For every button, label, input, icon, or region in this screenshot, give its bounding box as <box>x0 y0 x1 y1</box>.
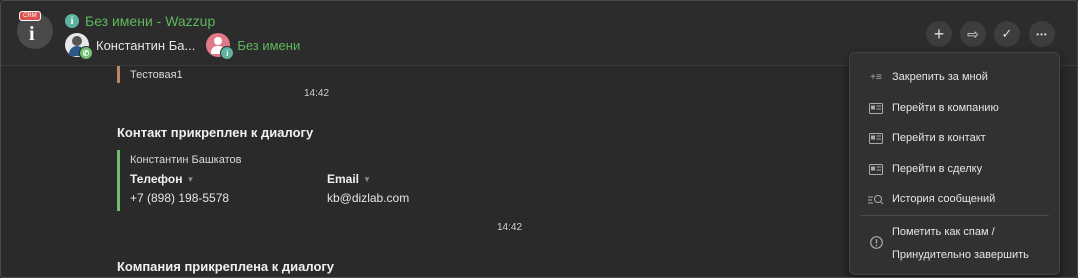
info-icon: i <box>65 14 79 28</box>
more-button[interactable]: ••• <box>1029 21 1055 47</box>
menu-item-label: Принудительно завершить <box>892 249 1029 261</box>
menu-item-label: Пометить как спам / <box>892 226 995 238</box>
menu-item-go-to-contact[interactable]: Перейти в контакт <box>850 123 1059 153</box>
menu-item-label: Закрепить за мной <box>892 71 988 83</box>
caret-down-icon: ▼ <box>363 175 371 185</box>
email-value[interactable]: kb@dizlab.com <box>327 191 409 205</box>
chat-window: CRM i i Без имени - Wazzup ✆ Константин … <box>0 0 1078 278</box>
info-badge-icon: i <box>220 46 235 60</box>
company-card-icon <box>868 102 884 114</box>
menu-item-go-to-company[interactable]: Перейти в компанию <box>850 93 1059 123</box>
menu-item-label: Перейти в сделку <box>892 163 983 175</box>
history-search-icon <box>868 193 884 205</box>
pin-list-icon: +≡ <box>870 71 882 83</box>
chat-title-row: i Без имени - Wazzup <box>65 13 215 29</box>
second-contact-name-link[interactable]: Без имени <box>237 38 300 53</box>
menu-item-mark-spam[interactable]: Пометить как спам / Принудительно заверш… <box>850 221 1059 267</box>
company-attached-heading: Компания прикреплена к диалогу <box>117 259 335 274</box>
plus-icon: + <box>933 23 945 44</box>
crm-app-logo: CRM i <box>17 11 53 49</box>
contact-card-bar <box>117 150 120 211</box>
forward-button[interactable]: ⇨ <box>960 21 986 47</box>
email-label-text: Email <box>327 172 360 186</box>
menu-item-label: Перейти в контакт <box>892 132 986 144</box>
phone-value[interactable]: +7 (898) 198-5578 <box>130 191 229 205</box>
contact-card-name[interactable]: Константин Башкатов <box>130 154 242 166</box>
add-button[interactable]: + <box>926 21 952 47</box>
quote-bar <box>117 66 120 83</box>
more-actions-menu: +≡ Закрепить за мной Перейти в компанию … <box>849 52 1060 275</box>
forward-arrow-icon: ⇨ <box>967 25 979 42</box>
contact-attached-heading: Контакт прикреплен к диалогу <box>117 125 314 140</box>
menu-item-go-to-deal[interactable]: Перейти в сделку <box>850 154 1059 184</box>
message-time: 14:42 <box>497 222 523 233</box>
deal-card-icon <box>868 163 884 175</box>
more-dots-icon: ••• <box>1036 29 1048 39</box>
crm-badge: CRM <box>19 11 41 21</box>
menu-divider <box>860 215 1049 216</box>
menu-item-label: Перейти в компанию <box>892 102 999 114</box>
info-letter-icon: i <box>29 23 35 45</box>
menu-item-message-history[interactable]: История сообщений <box>850 184 1059 214</box>
check-circle-icon: ✓ <box>1001 26 1013 41</box>
contact-card-icon <box>868 132 884 144</box>
contact-avatar[interactable]: ✆ <box>65 33 93 60</box>
contact-name-link[interactable]: Константин Ба... <box>96 38 195 53</box>
phone-label[interactable]: Телефон ▼ <box>130 172 194 186</box>
message-time: 14:42 <box>304 88 330 99</box>
chat-participants: ✆ Константин Ба... i Без имени <box>65 32 300 60</box>
quoted-message-text: Тестовая1 <box>130 69 183 81</box>
complete-button[interactable]: ✓ <box>994 21 1020 47</box>
second-contact-avatar[interactable]: i <box>206 33 235 60</box>
alert-circle-icon <box>868 235 884 249</box>
phone-label-text: Телефон <box>130 172 183 186</box>
menu-item-label: История сообщений <box>892 193 996 205</box>
whatsapp-badge-icon: ✆ <box>79 46 93 60</box>
email-label[interactable]: Email ▼ <box>327 172 371 186</box>
chat-title[interactable]: Без имени - Wazzup <box>85 13 215 29</box>
caret-down-icon: ▼ <box>186 175 195 185</box>
menu-item-assign-to-me[interactable]: +≡ Закрепить за мной <box>850 62 1059 92</box>
